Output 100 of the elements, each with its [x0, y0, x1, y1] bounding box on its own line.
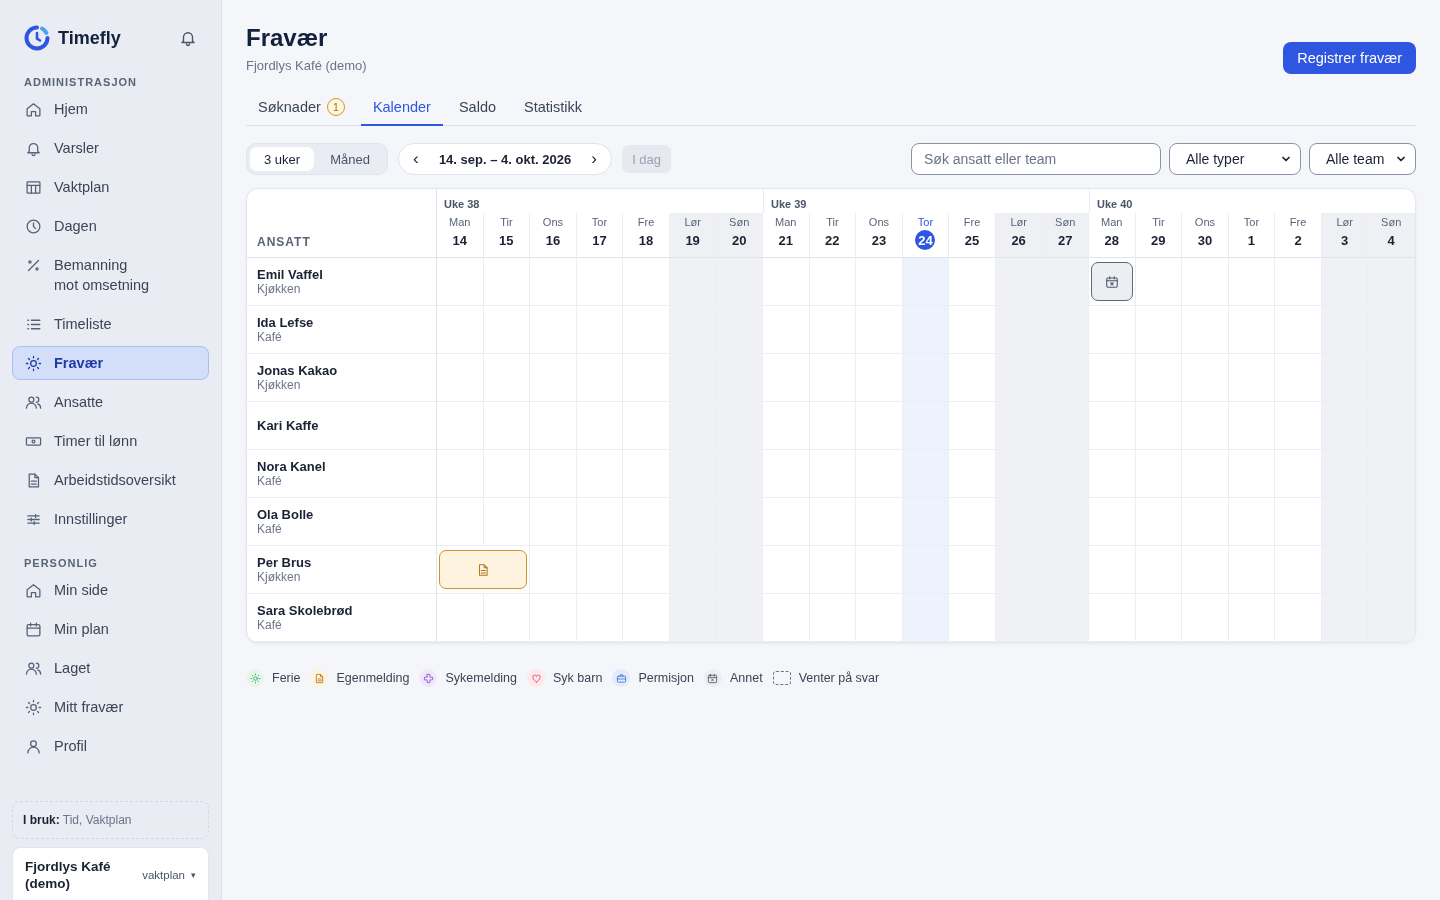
- sidebar-item[interactable]: Laget: [12, 651, 209, 685]
- calendar-cell[interactable]: [1135, 258, 1183, 306]
- view-toggle[interactable]: 3 uker: [250, 147, 315, 171]
- next-button[interactable]: ›: [583, 148, 606, 170]
- sidebar-item[interactable]: Timer til lønn: [12, 424, 209, 458]
- employee-name: Ida Lefse: [257, 315, 315, 330]
- notifications-button[interactable]: [179, 29, 197, 47]
- calendar-cell[interactable]: [995, 594, 1043, 642]
- calendar-cell[interactable]: [1089, 594, 1136, 642]
- calendar-cell[interactable]: [856, 258, 903, 306]
- home-icon: [25, 581, 42, 599]
- calendar-cell[interactable]: [483, 258, 531, 306]
- sidebar-item[interactable]: Innstillinger: [12, 502, 209, 536]
- tab[interactable]: Kalender: [360, 90, 443, 126]
- calendar-cell[interactable]: [1275, 594, 1322, 642]
- calendar-cell[interactable]: [437, 594, 484, 642]
- day-header: Ons 16: [530, 213, 577, 258]
- calendar-cell[interactable]: [902, 258, 950, 306]
- legend-label: Syk barn: [553, 671, 603, 685]
- employee-name: Per Brus: [257, 555, 313, 570]
- sidebar-item[interactable]: Bemanning mot omsetning: [12, 248, 209, 302]
- sidebar-item[interactable]: Vaktplan: [12, 170, 209, 204]
- calendar-cell[interactable]: [1275, 258, 1322, 306]
- calendar-cell[interactable]: [669, 258, 717, 306]
- calendar-cell[interactable]: [1182, 258, 1229, 306]
- column-heading: ANSATT: [247, 189, 437, 258]
- calendar-icon: [1104, 274, 1119, 289]
- tab[interactable]: Søknader 1: [246, 90, 357, 126]
- calendar-cell[interactable]: [716, 258, 763, 306]
- calendar-cell[interactable]: [809, 258, 857, 306]
- type-select[interactable]: Alle typer: [1169, 143, 1301, 175]
- calendar-cell[interactable]: [437, 354, 484, 402]
- sidebar-item[interactable]: Varsler: [12, 131, 209, 165]
- calendar-cell[interactable]: [1042, 594, 1089, 642]
- calendar-cell[interactable]: [949, 258, 996, 306]
- day-header: Fre 25: [949, 213, 996, 258]
- calendar-cell[interactable]: [716, 594, 763, 642]
- organization-switcher[interactable]: Fjordlys Kafé (demo) vaktplan ▾: [12, 847, 209, 900]
- team-name: Kafé: [257, 522, 283, 536]
- document-icon: [314, 672, 325, 684]
- day-header: Lør 3: [1321, 213, 1369, 258]
- legend-label: Permisjon: [638, 671, 694, 685]
- calendar-cell[interactable]: [576, 258, 624, 306]
- sidebar-item[interactable]: Mitt fravær: [12, 690, 209, 724]
- calendar-cell[interactable]: [1228, 594, 1276, 642]
- calendar-cell[interactable]: [576, 594, 624, 642]
- view-toggle[interactable]: Måned: [316, 147, 384, 171]
- calendar-cell[interactable]: [530, 258, 577, 306]
- person-icon: [25, 737, 42, 755]
- register-absence-button[interactable]: Registrer fravær: [1283, 42, 1416, 74]
- calendar-cell[interactable]: [623, 258, 670, 306]
- calendar-cell[interactable]: [437, 402, 484, 450]
- team-select[interactable]: Alle team: [1309, 143, 1416, 175]
- brand-name: Timefly: [58, 27, 121, 49]
- legend-label: Annet: [729, 671, 763, 685]
- calendar-cell[interactable]: [437, 498, 484, 546]
- sidebar-item[interactable]: Profil: [12, 729, 209, 763]
- calendar-cell[interactable]: [856, 594, 903, 642]
- calendar-cell[interactable]: [1321, 594, 1369, 642]
- cross-icon: [422, 672, 434, 684]
- calendar-cell[interactable]: [763, 258, 810, 306]
- calendar-cell[interactable]: [437, 450, 484, 498]
- day-header: Tor 17: [576, 213, 624, 258]
- calendar-cell[interactable]: [1182, 594, 1229, 642]
- sidebar-item[interactable]: Hjem: [12, 92, 209, 126]
- sidebar-item[interactable]: Min side: [12, 573, 209, 607]
- search-field[interactable]: Søk ansatt eller team: [911, 143, 1161, 175]
- previous-button[interactable]: ‹: [404, 148, 427, 170]
- calendar-cell[interactable]: [763, 594, 810, 642]
- sidebar-item[interactable]: Ansatte: [12, 385, 209, 419]
- employee-name: Kari Kaffe: [257, 418, 320, 433]
- calendar-cell[interactable]: [483, 594, 531, 642]
- calendar-cell[interactable]: [949, 594, 996, 642]
- sidebar-item[interactable]: Min plan: [12, 612, 209, 646]
- employee-name: Ola Bolle: [257, 507, 315, 522]
- calendar-cell[interactable]: [623, 594, 670, 642]
- day-header: Søn 27: [1042, 213, 1089, 258]
- sidebar-item[interactable]: Arbeidstidsoversikt: [12, 463, 209, 497]
- count-badge: 1: [326, 98, 345, 116]
- calendar-cell[interactable]: [995, 258, 1043, 306]
- sidebar-item[interactable]: Timeliste: [12, 307, 209, 341]
- calendar-cell[interactable]: [1228, 258, 1276, 306]
- calendar-cell[interactable]: [530, 594, 577, 642]
- calendar-cell[interactable]: [1321, 258, 1369, 306]
- sidebar-item[interactable]: Fravær: [12, 346, 209, 380]
- tab[interactable]: Statistikk: [512, 90, 595, 126]
- sidebar-item[interactable]: Dagen: [12, 209, 209, 243]
- calendar-cell[interactable]: [437, 258, 484, 306]
- tab[interactable]: Saldo: [446, 90, 508, 126]
- document-icon: [476, 562, 491, 577]
- calendar-cell[interactable]: [437, 306, 484, 354]
- calendar-cell[interactable]: [1135, 594, 1183, 642]
- employee-name: Nora Kanel: [257, 459, 327, 474]
- calendar-cell[interactable]: [902, 594, 950, 642]
- calendar-cell[interactable]: [1042, 258, 1089, 306]
- day-header: Tir 22: [809, 213, 857, 258]
- calendar-cell[interactable]: [669, 594, 717, 642]
- home-icon: [25, 100, 42, 118]
- calendar-cell[interactable]: [809, 594, 857, 642]
- sun-icon: [249, 672, 261, 684]
